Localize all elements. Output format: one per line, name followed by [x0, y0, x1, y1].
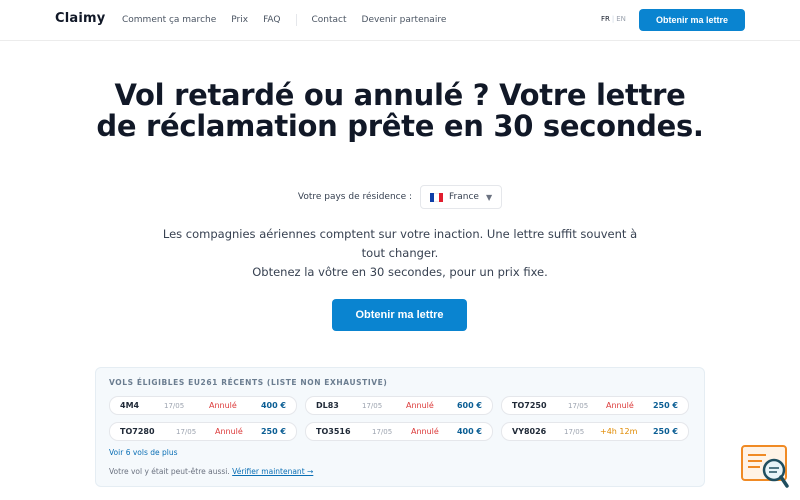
lang-fr[interactable]: FR: [601, 15, 610, 23]
country-select[interactable]: France ▼: [420, 185, 503, 209]
logo[interactable]: Claimy: [55, 11, 105, 26]
flight-compensation: 400 €: [260, 401, 286, 410]
language-switcher: FR | EN: [601, 15, 626, 23]
flight-compensation: 250 €: [652, 427, 678, 436]
flight-code: DL83: [316, 401, 339, 410]
site-header: Claimy Comment ça marche Prix FAQ Contac…: [0, 0, 800, 41]
flight-card[interactable]: VY8026 17/05 +4h 12m 250 €: [501, 422, 689, 441]
flight-date: 17/05: [568, 402, 589, 410]
nav-how-it-works[interactable]: Comment ça marche: [122, 15, 216, 25]
flight-date: 17/05: [564, 428, 585, 436]
nav-divider: [295, 14, 297, 26]
hero-cta-button[interactable]: Obtenir ma lettre: [332, 299, 467, 331]
main-nav: Comment ça marche Prix FAQ Contact Deven…: [122, 14, 461, 26]
check-now-link[interactable]: Vérifier maintenant →: [232, 467, 313, 476]
flight-card[interactable]: 4M4 17/05 Annulé 400 €: [109, 396, 297, 415]
flight-code: TO7280: [120, 427, 155, 436]
flight-card[interactable]: DL83 17/05 Annulé 600 €: [305, 396, 493, 415]
flight-date: 17/05: [362, 402, 383, 410]
lang-en[interactable]: EN: [616, 15, 626, 23]
header-cta-button[interactable]: Obtenir ma lettre: [639, 9, 745, 31]
flight-status: Annulé: [411, 427, 439, 436]
flight-compensation: 250 €: [260, 427, 286, 436]
check-flight-note: Votre vol y était peut-être aussi. Vérif…: [109, 467, 313, 476]
flight-status: Annulé: [215, 427, 243, 436]
chevron-down-icon: ▼: [485, 192, 493, 202]
country-selector-row: Votre pays de résidence : France ▼: [0, 185, 800, 209]
flight-compensation: 400 €: [456, 427, 482, 436]
flight-card[interactable]: TO7250 17/05 Annulé 250 €: [501, 396, 689, 415]
show-more-flights-link[interactable]: Voir 6 vols de plus: [109, 448, 178, 457]
flight-date: 17/05: [372, 428, 393, 436]
france-flag-icon: [430, 192, 444, 202]
hero-description-line-1: Les compagnies aériennes comptent sur vo…: [162, 227, 638, 260]
flight-compensation: 250 €: [652, 401, 678, 410]
nav-faq[interactable]: FAQ: [263, 15, 280, 25]
flight-status: +4h 12m: [600, 427, 638, 436]
panel-title: VOLS ÉLIGIBLES EU261 RÉCENTS (LISTE NON …: [109, 378, 388, 387]
flight-card[interactable]: TO7280 17/05 Annulé 250 €: [109, 422, 297, 441]
search-chat-widget-icon[interactable]: [740, 444, 790, 490]
country-label: Votre pays de résidence :: [297, 192, 413, 202]
nav-become-partner[interactable]: Devenir partenaire: [362, 15, 447, 25]
flight-date: 17/05: [164, 402, 185, 410]
flight-code: TO7250: [512, 401, 547, 410]
check-flight-text: Votre vol y était peut-être aussi.: [109, 467, 230, 476]
hero-description-line-2: Obtenez la vôtre en 30 secondes, pour un…: [252, 265, 548, 279]
country-value: France: [449, 192, 479, 202]
flight-code: TO3516: [316, 427, 351, 436]
eligible-flights-panel: VOLS ÉLIGIBLES EU261 RÉCENTS (LISTE NON …: [95, 367, 705, 487]
lang-separator: |: [611, 15, 615, 23]
flight-code: VY8026: [512, 427, 547, 436]
flight-status: Annulé: [209, 401, 237, 410]
flight-date: 17/05: [176, 428, 197, 436]
hero-title: Vol retardé ou annulé ? Votre lettre de …: [96, 78, 704, 143]
flight-status: Annulé: [606, 401, 634, 410]
nav-pricing[interactable]: Prix: [231, 15, 248, 25]
nav-contact[interactable]: Contact: [312, 15, 347, 25]
flight-code: 4M4: [120, 401, 140, 410]
flight-status: Annulé: [406, 401, 434, 410]
hero-description: Les compagnies aériennes comptent sur vo…: [160, 225, 640, 282]
flight-compensation: 600 €: [456, 401, 482, 410]
flight-card[interactable]: TO3516 17/05 Annulé 400 €: [305, 422, 493, 441]
